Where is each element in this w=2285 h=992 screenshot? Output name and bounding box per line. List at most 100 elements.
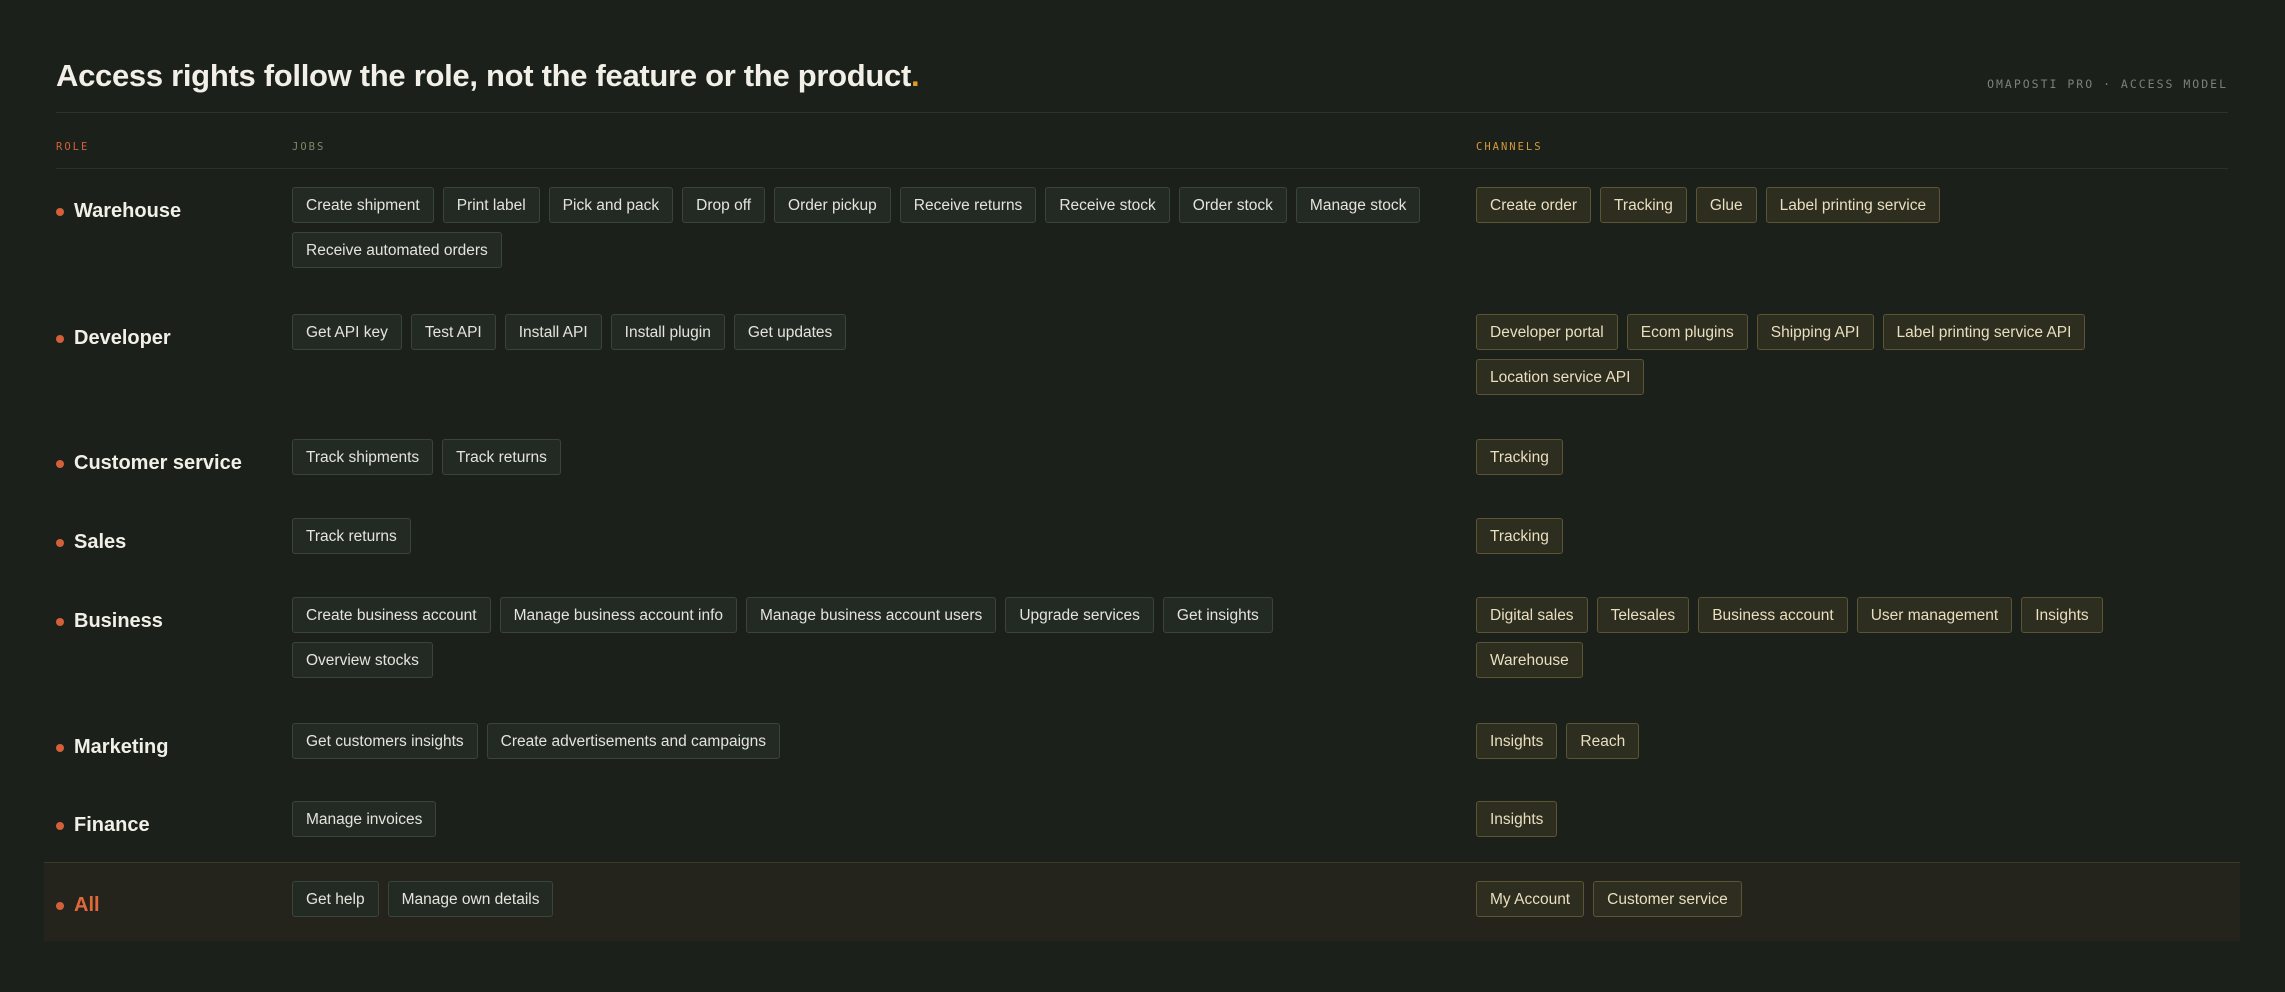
role-label: Warehouse bbox=[56, 200, 181, 223]
job-chip[interactable]: Get API key bbox=[292, 314, 402, 350]
channel-chip[interactable]: Developer portal bbox=[1476, 314, 1618, 350]
bullet-icon bbox=[56, 617, 64, 626]
job-chip[interactable]: Drop off bbox=[682, 187, 766, 223]
channels-list: My Account Customer service bbox=[1476, 881, 2216, 917]
role-name: Customer service bbox=[74, 452, 242, 474]
page-header: Access rights follow the role, not the f… bbox=[56, 0, 2228, 113]
job-chip[interactable]: Track returns bbox=[292, 518, 411, 554]
channel-chip[interactable]: Ecom plugins bbox=[1626, 314, 1748, 350]
page-title: Access rights follow the role, not the f… bbox=[56, 58, 920, 94]
channel-chip[interactable]: Insights bbox=[1476, 801, 1558, 837]
channel-chip[interactable]: Business account bbox=[1698, 597, 1848, 633]
bullet-icon bbox=[56, 459, 64, 468]
jobs-list: Track shipments Track returns bbox=[292, 439, 1422, 475]
job-chip[interactable]: Create advertisements and campaigns bbox=[486, 723, 781, 759]
channel-chip[interactable]: Create order bbox=[1476, 187, 1592, 223]
column-header-channels: CHANNELS bbox=[1476, 141, 1543, 153]
jobs-list: Create shipment Print label Pick and pack D… bbox=[292, 187, 1422, 268]
channel-chip[interactable]: Insights bbox=[2021, 597, 2103, 633]
role-name: Developer bbox=[74, 327, 171, 349]
channel-chip[interactable]: Location service API bbox=[1476, 359, 1645, 395]
job-chip[interactable]: Manage own details bbox=[387, 881, 554, 917]
role-name: Finance bbox=[74, 814, 150, 836]
job-chip[interactable]: Get updates bbox=[733, 314, 847, 350]
channels-list: Insights Reach bbox=[1476, 723, 2216, 759]
channel-chip[interactable]: Tracking bbox=[1476, 518, 1563, 554]
role-label: Marketing bbox=[56, 736, 168, 759]
job-chip[interactable]: Get customers insights bbox=[292, 723, 478, 759]
job-chip[interactable]: Receive stock bbox=[1045, 187, 1170, 223]
channels-list: Tracking bbox=[1476, 518, 2216, 554]
eyebrow-label: OMAPOSTI PRO · ACCESS MODEL bbox=[1987, 77, 2228, 91]
job-chip[interactable]: Manage invoices bbox=[292, 801, 437, 837]
bullet-icon bbox=[56, 901, 64, 910]
page-title-text: Access rights follow the role, not the f… bbox=[56, 58, 911, 93]
role-row-warehouse: Warehouse Create shipment Print label Pick … bbox=[56, 187, 2228, 290]
job-chip[interactable]: Receive returns bbox=[899, 187, 1037, 223]
channel-chip[interactable]: Tracking bbox=[1600, 187, 1687, 223]
channel-chip[interactable]: Digital sales bbox=[1476, 597, 1588, 633]
job-chip[interactable]: Order pickup bbox=[774, 187, 891, 223]
role-name: Marketing bbox=[74, 736, 169, 758]
jobs-list: Get help Manage own details bbox=[292, 881, 1422, 917]
bullet-icon bbox=[56, 538, 64, 547]
job-chip[interactable]: Manage business account users bbox=[746, 597, 997, 633]
job-chip[interactable]: Print label bbox=[442, 187, 540, 223]
channel-chip[interactable]: My Account bbox=[1476, 881, 1585, 917]
role-row-sales: Sales Track returns Tracking bbox=[56, 518, 2228, 587]
channel-chip[interactable]: Reach bbox=[1566, 723, 1640, 759]
channel-chip[interactable]: Customer service bbox=[1593, 881, 1742, 917]
channel-chip[interactable]: Shipping API bbox=[1756, 314, 1874, 350]
role-name: Sales bbox=[74, 531, 127, 553]
channel-chip[interactable]: Label printing service API bbox=[1882, 314, 2086, 350]
job-chip[interactable]: Track returns bbox=[442, 439, 561, 475]
job-chip[interactable]: Manage stock bbox=[1295, 187, 1421, 223]
channel-chip[interactable]: Label printing service bbox=[1765, 187, 1941, 223]
channel-chip[interactable]: User management bbox=[1856, 597, 2013, 633]
role-row-business: Business Create business account Manage bu… bbox=[56, 597, 2228, 700]
channel-chip[interactable]: Tracking bbox=[1476, 439, 1563, 475]
job-chip[interactable]: Install plugin bbox=[610, 314, 725, 350]
channel-chip[interactable]: Glue bbox=[1695, 187, 1757, 223]
jobs-list: Get customers insights Create advertiseme… bbox=[292, 723, 1422, 759]
jobs-list: Manage invoices bbox=[292, 801, 1422, 837]
job-chip[interactable]: Pick and pack bbox=[548, 187, 674, 223]
job-chip[interactable]: Upgrade services bbox=[1005, 597, 1154, 633]
job-chip[interactable]: Create shipment bbox=[292, 187, 434, 223]
channel-chip[interactable]: Telesales bbox=[1596, 597, 1690, 633]
channel-chip[interactable]: Insights bbox=[1476, 723, 1558, 759]
channels-list: Developer portal Ecom plugins Shipping API… bbox=[1476, 314, 2216, 395]
channels-list: Tracking bbox=[1476, 439, 2216, 475]
job-chip[interactable]: Manage business account info bbox=[499, 597, 737, 633]
job-chip[interactable]: Install API bbox=[504, 314, 602, 350]
job-chip[interactable]: Create business account bbox=[292, 597, 491, 633]
job-chip[interactable]: Get help bbox=[292, 881, 379, 917]
column-header-role: ROLE bbox=[56, 141, 90, 153]
role-label: Sales bbox=[56, 531, 126, 554]
role-name: All bbox=[74, 894, 100, 916]
jobs-list: Create business account Manage business a… bbox=[292, 597, 1422, 678]
channel-chip[interactable]: Warehouse bbox=[1476, 642, 1583, 678]
job-chip[interactable]: Order stock bbox=[1178, 187, 1287, 223]
role-row-all: All Get help Manage own details My Account C… bbox=[44, 862, 2240, 941]
channels-list: Digital sales Telesales Business account Us… bbox=[1476, 597, 2216, 678]
bullet-icon bbox=[56, 207, 64, 216]
job-chip[interactable]: Overview stocks bbox=[292, 642, 433, 678]
job-chip[interactable]: Track shipments bbox=[292, 439, 434, 475]
role-label: Finance bbox=[56, 814, 150, 837]
bullet-icon bbox=[56, 743, 64, 752]
jobs-list: Get API key Test API Install API Install pl… bbox=[292, 314, 1422, 350]
job-chip[interactable]: Test API bbox=[410, 314, 496, 350]
channels-list: Insights bbox=[1476, 801, 2216, 837]
role-name: Warehouse bbox=[74, 200, 182, 222]
role-label: All bbox=[56, 894, 100, 917]
column-header-jobs: JOBS bbox=[292, 141, 326, 153]
role-name: Business bbox=[74, 610, 163, 632]
role-row-marketing: Marketing Get customers insights Create ad… bbox=[56, 723, 2228, 792]
role-label: Customer service bbox=[56, 452, 242, 475]
access-model-page: Access rights follow the role, not the f… bbox=[44, 0, 2240, 941]
title-dot: . bbox=[910, 58, 920, 93]
job-chip[interactable]: Receive automated orders bbox=[292, 232, 502, 268]
job-chip[interactable]: Get insights bbox=[1162, 597, 1273, 633]
channels-list: Create order Tracking Glue Label printing s… bbox=[1476, 187, 2216, 223]
